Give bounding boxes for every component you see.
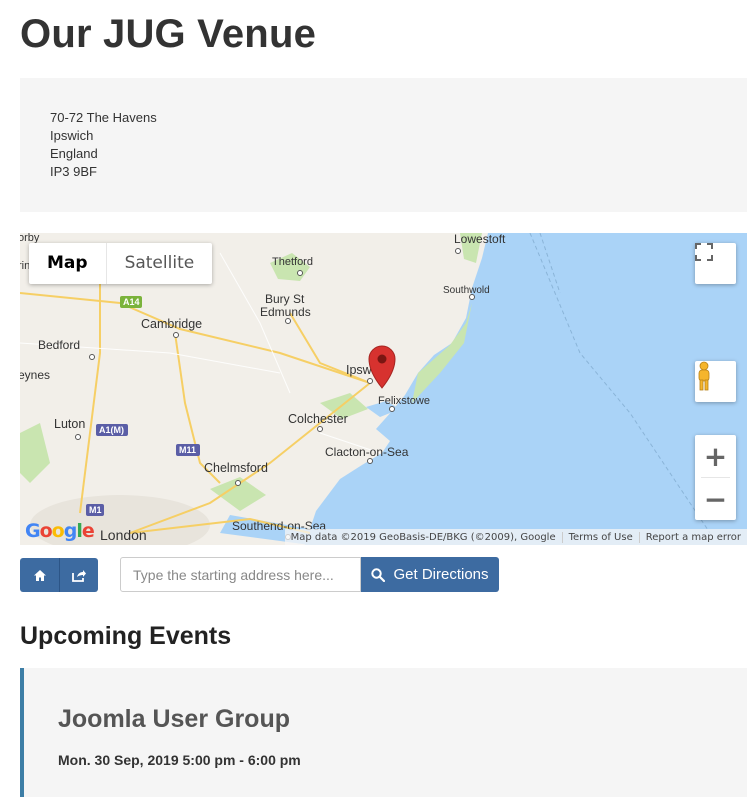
label-london: London <box>100 527 147 543</box>
label-luton: Luton <box>54 417 85 431</box>
get-directions-label: Get Directions <box>393 566 489 583</box>
address-line-postcode: IP3 9BF <box>50 164 97 179</box>
zoom-out-button[interactable]: − <box>695 478 736 520</box>
home-button[interactable] <box>20 558 59 592</box>
shield-a1m: A1(M) <box>99 425 124 435</box>
search-icon <box>371 567 386 582</box>
page-title: Our JUG Venue <box>20 12 317 56</box>
shield-m1: M1 <box>89 505 102 515</box>
label-chelmsford: Chelmsford <box>204 461 268 475</box>
share-icon <box>71 569 86 582</box>
map-type-control: Map Satellite <box>29 243 213 284</box>
address-line-street: 70-72 The Havens <box>50 110 157 125</box>
upcoming-events-heading: Upcoming Events <box>20 622 232 650</box>
zoom-control: + − <box>695 435 736 520</box>
shield-a14: A14 <box>123 297 140 307</box>
label-lowestoft: Lowestoft <box>454 233 506 246</box>
shipping-lane <box>539 233 561 294</box>
share-button[interactable] <box>59 558 98 592</box>
fullscreen-icon <box>695 243 713 261</box>
map-action-buttons <box>20 558 99 592</box>
address-line-city: Ipswich <box>50 128 94 143</box>
event-date: Mon. 30 Sep, 2019 5:00 pm - 6:00 pm <box>58 752 301 768</box>
label-cambridge: Cambridge <box>141 317 202 331</box>
terms-of-use-link[interactable]: Terms of Use <box>561 531 639 543</box>
label-colchester: Colchester <box>288 412 348 426</box>
zoom-in-button[interactable]: + <box>695 435 736 477</box>
street-view-button[interactable] <box>695 361 736 402</box>
event-title-link[interactable]: Joomla User Group <box>58 705 290 734</box>
label-eynes: eynes <box>20 368 50 382</box>
map-type-map-button[interactable]: Map <box>29 243 107 284</box>
get-directions-button[interactable]: Get Directions <box>361 557 499 592</box>
address-line-country: England <box>50 146 98 161</box>
venue-address: 70-72 The Havens Ipswich England IP3 9BF <box>20 78 747 212</box>
label-southwold: Southwold <box>443 285 490 296</box>
pegman-icon <box>698 361 710 391</box>
shipping-lane <box>529 233 711 534</box>
label-edmunds: Edmunds <box>260 305 311 319</box>
map-attribution: Map data ©2019 GeoBasis-DE/BKG (©2009), … <box>284 529 747 545</box>
map-type-satellite-button[interactable]: Satellite <box>107 243 213 284</box>
label-bedford: Bedford <box>38 338 80 352</box>
starting-address-input[interactable] <box>120 557 361 592</box>
fullscreen-button[interactable] <box>695 243 736 284</box>
label-bury-st: Bury St <box>265 292 305 306</box>
google-logo: Google <box>25 520 95 542</box>
map-data-credit: Map data ©2019 GeoBasis-DE/BKG (©2009), … <box>290 531 556 543</box>
event-card: Joomla User Group Mon. 30 Sep, 2019 5:00… <box>20 668 747 797</box>
home-icon <box>33 569 46 581</box>
shield-m11: M11 <box>179 445 196 455</box>
label-clacton: Clacton-on-Sea <box>325 445 409 459</box>
venue-map[interactable]: Lowestoft Thetford Southwold Bury St Edm… <box>20 233 747 545</box>
label-felixstowe: Felixstowe <box>378 395 430 407</box>
report-map-error-link[interactable]: Report a map error <box>638 531 747 543</box>
label-thetford: Thetford <box>272 256 313 268</box>
